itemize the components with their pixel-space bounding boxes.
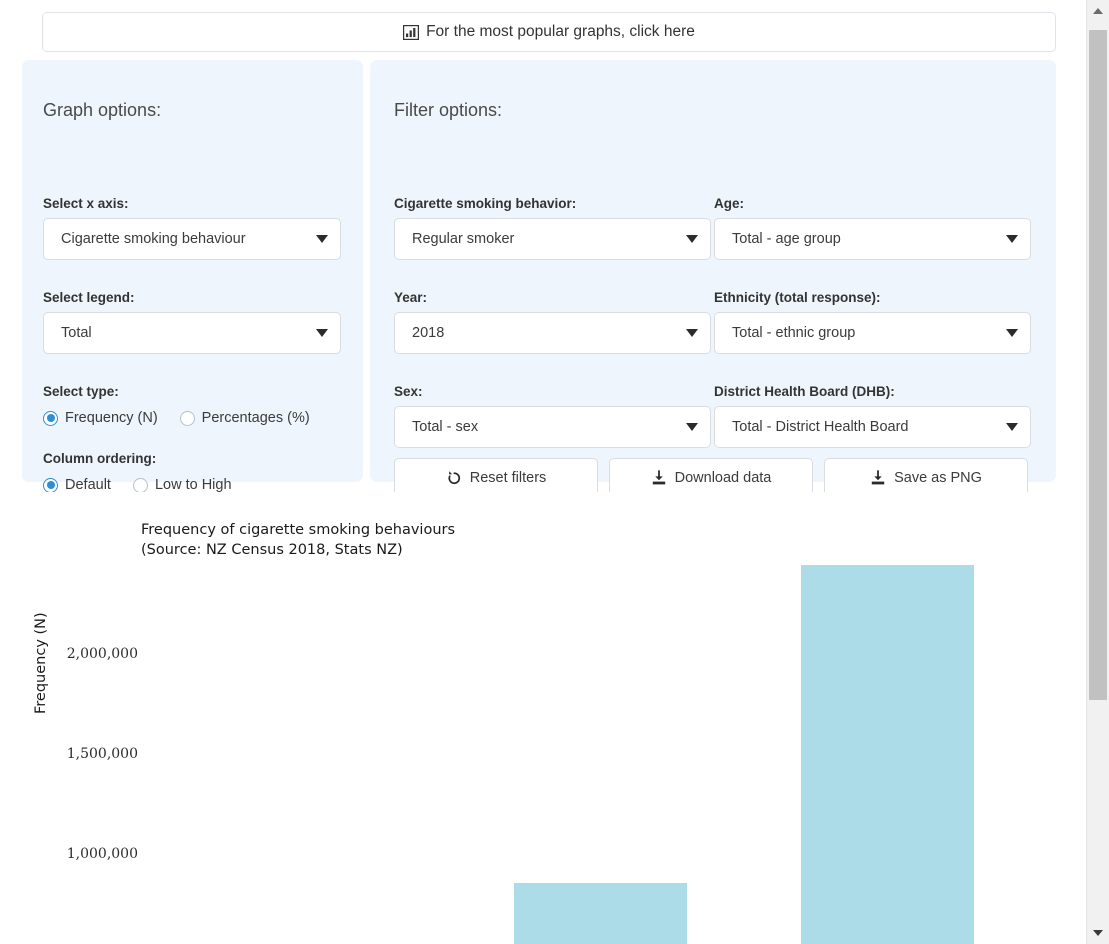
dhb-label: District Health Board (DHB): (714, 384, 895, 399)
radio-frequency[interactable]: Frequency (N) (43, 410, 158, 426)
legend-label: Select legend: (43, 290, 135, 305)
age-field: Age: Total - age group (714, 196, 1031, 260)
radio-percentages[interactable]: Percentages (%) (179, 410, 310, 426)
y-axis-ticks: 2,000,000 1,500,000 1,000,000 (0, 492, 138, 944)
radio-low-to-high-indicator[interactable] (132, 477, 148, 493)
chevron-down-icon (686, 423, 698, 431)
chevron-down-icon (686, 235, 698, 243)
legend-field: Select legend: Total (43, 290, 341, 354)
legend-selected-value: Total (61, 325, 92, 341)
chart: Frequency of cigarette smoking behaviour… (0, 492, 1086, 944)
sex-select[interactable]: Total - sex (394, 406, 711, 448)
chart-title: Frequency of cigarette smoking behaviour… (141, 522, 456, 558)
popular-graphs-banner-label: For the most popular graphs, click here (426, 23, 695, 40)
age-select[interactable]: Total - age group (714, 218, 1031, 260)
scroll-up-button[interactable] (1087, 0, 1109, 22)
download-icon (652, 469, 665, 484)
radio-percentages-indicator[interactable] (179, 410, 195, 426)
year-selected-value: 2018 (412, 325, 445, 341)
year-select[interactable]: 2018 (394, 312, 711, 354)
ethnicity-select[interactable]: Total - ethnic group (714, 312, 1031, 354)
y-axis-tick: 1,000,000 (66, 846, 138, 862)
legend-select[interactable]: Total (43, 312, 341, 354)
x-axis-selected-value: Cigarette smoking behaviour (61, 231, 246, 247)
select-type-label: Select type: (43, 384, 119, 399)
bar-regular-smoker[interactable] (514, 883, 687, 944)
scrollbar-thumb[interactable] (1089, 30, 1107, 700)
chevron-down-icon (1006, 329, 1018, 337)
reset-filters-label: Reset filters (469, 469, 547, 486)
chevron-down-icon (686, 329, 698, 337)
radio-frequency-label: Frequency (N) (65, 410, 158, 426)
filter-options-title: Filter options: (394, 100, 503, 120)
popular-graphs-banner-content: For the most popular graphs, click here (403, 23, 695, 41)
smoking-behavior-select[interactable]: Regular smoker (394, 218, 711, 260)
bar-chart-icon (403, 24, 420, 40)
chevron-down-icon (1006, 423, 1018, 431)
save-as-png-label: Save as PNG (894, 469, 982, 486)
ethnicity-selected-value: Total - ethnic group (732, 325, 856, 341)
sex-label: Sex: (394, 384, 423, 399)
radio-low-to-high-label: Low to High (154, 477, 232, 493)
vertical-scrollbar[interactable] (1086, 0, 1109, 944)
radio-default[interactable]: Default (43, 477, 111, 493)
popular-graphs-banner[interactable]: For the most popular graphs, click here (42, 12, 1056, 52)
ethnicity-field: Ethnicity (total response): Total - ethn… (714, 290, 1031, 354)
x-axis-label: Select x axis: (43, 196, 129, 211)
age-selected-value: Total - age group (732, 231, 841, 247)
graph-options-panel: Graph options: Select x axis: Cigarette … (22, 60, 363, 493)
radio-low-to-high[interactable]: Low to High (132, 477, 232, 493)
year-field: Year: 2018 (394, 290, 711, 354)
undo-icon (448, 470, 460, 484)
download-data-label: Download data (674, 469, 772, 486)
ethnicity-label: Ethnicity (total response): (714, 290, 881, 305)
chevron-down-icon (316, 329, 328, 337)
sex-field: Sex: Total - sex (394, 384, 711, 448)
radio-default-indicator[interactable] (43, 477, 58, 493)
dhb-selected-value: Total - District Health Board (732, 419, 909, 435)
y-axis-title: Frequency (N) (33, 612, 49, 714)
bar-total[interactable] (801, 565, 974, 944)
chevron-down-icon (316, 235, 328, 243)
column-ordering-label: Column ordering: (43, 451, 157, 466)
graph-options-title: Graph options: (43, 100, 162, 120)
chevron-up-icon (1093, 8, 1103, 14)
x-axis-select[interactable]: Cigarette smoking behaviour (43, 218, 341, 260)
radio-percentages-label: Percentages (%) (201, 410, 310, 426)
year-label: Year: (394, 290, 428, 305)
radio-default-label: Default (65, 477, 111, 493)
y-axis-tick: 1,500,000 (66, 746, 138, 762)
download-icon (871, 469, 885, 484)
column-ordering-radio-group: Default Low to High (43, 477, 232, 493)
smoking-behavior-field: Cigarette smoking behavior: Regular smok… (394, 196, 711, 260)
scroll-down-button[interactable] (1087, 922, 1109, 944)
select-type-radio-group: Frequency (N) Percentages (%) (43, 410, 310, 426)
dhb-select[interactable]: Total - District Health Board (714, 406, 1031, 448)
filter-options-panel: Filter options: Cigarette smoking behavi… (370, 60, 1056, 497)
y-axis-tick: 2,000,000 (66, 646, 138, 662)
dhb-field: District Health Board (DHB): Total - Dis… (714, 384, 1031, 448)
radio-frequency-indicator[interactable] (43, 410, 58, 426)
age-label: Age: (714, 196, 744, 211)
chevron-down-icon (1093, 930, 1103, 936)
sex-selected-value: Total - sex (412, 419, 479, 435)
scrollable-viewport: For the most popular graphs, click here … (0, 0, 1086, 944)
chevron-down-icon (1006, 235, 1018, 243)
smoking-behavior-selected-value: Regular smoker (412, 231, 515, 247)
smoking-behavior-label: Cigarette smoking behavior: (394, 196, 577, 211)
x-axis-field: Select x axis: Cigarette smoking behavio… (43, 196, 341, 260)
page-root: For the most popular graphs, click here … (0, 0, 1109, 944)
